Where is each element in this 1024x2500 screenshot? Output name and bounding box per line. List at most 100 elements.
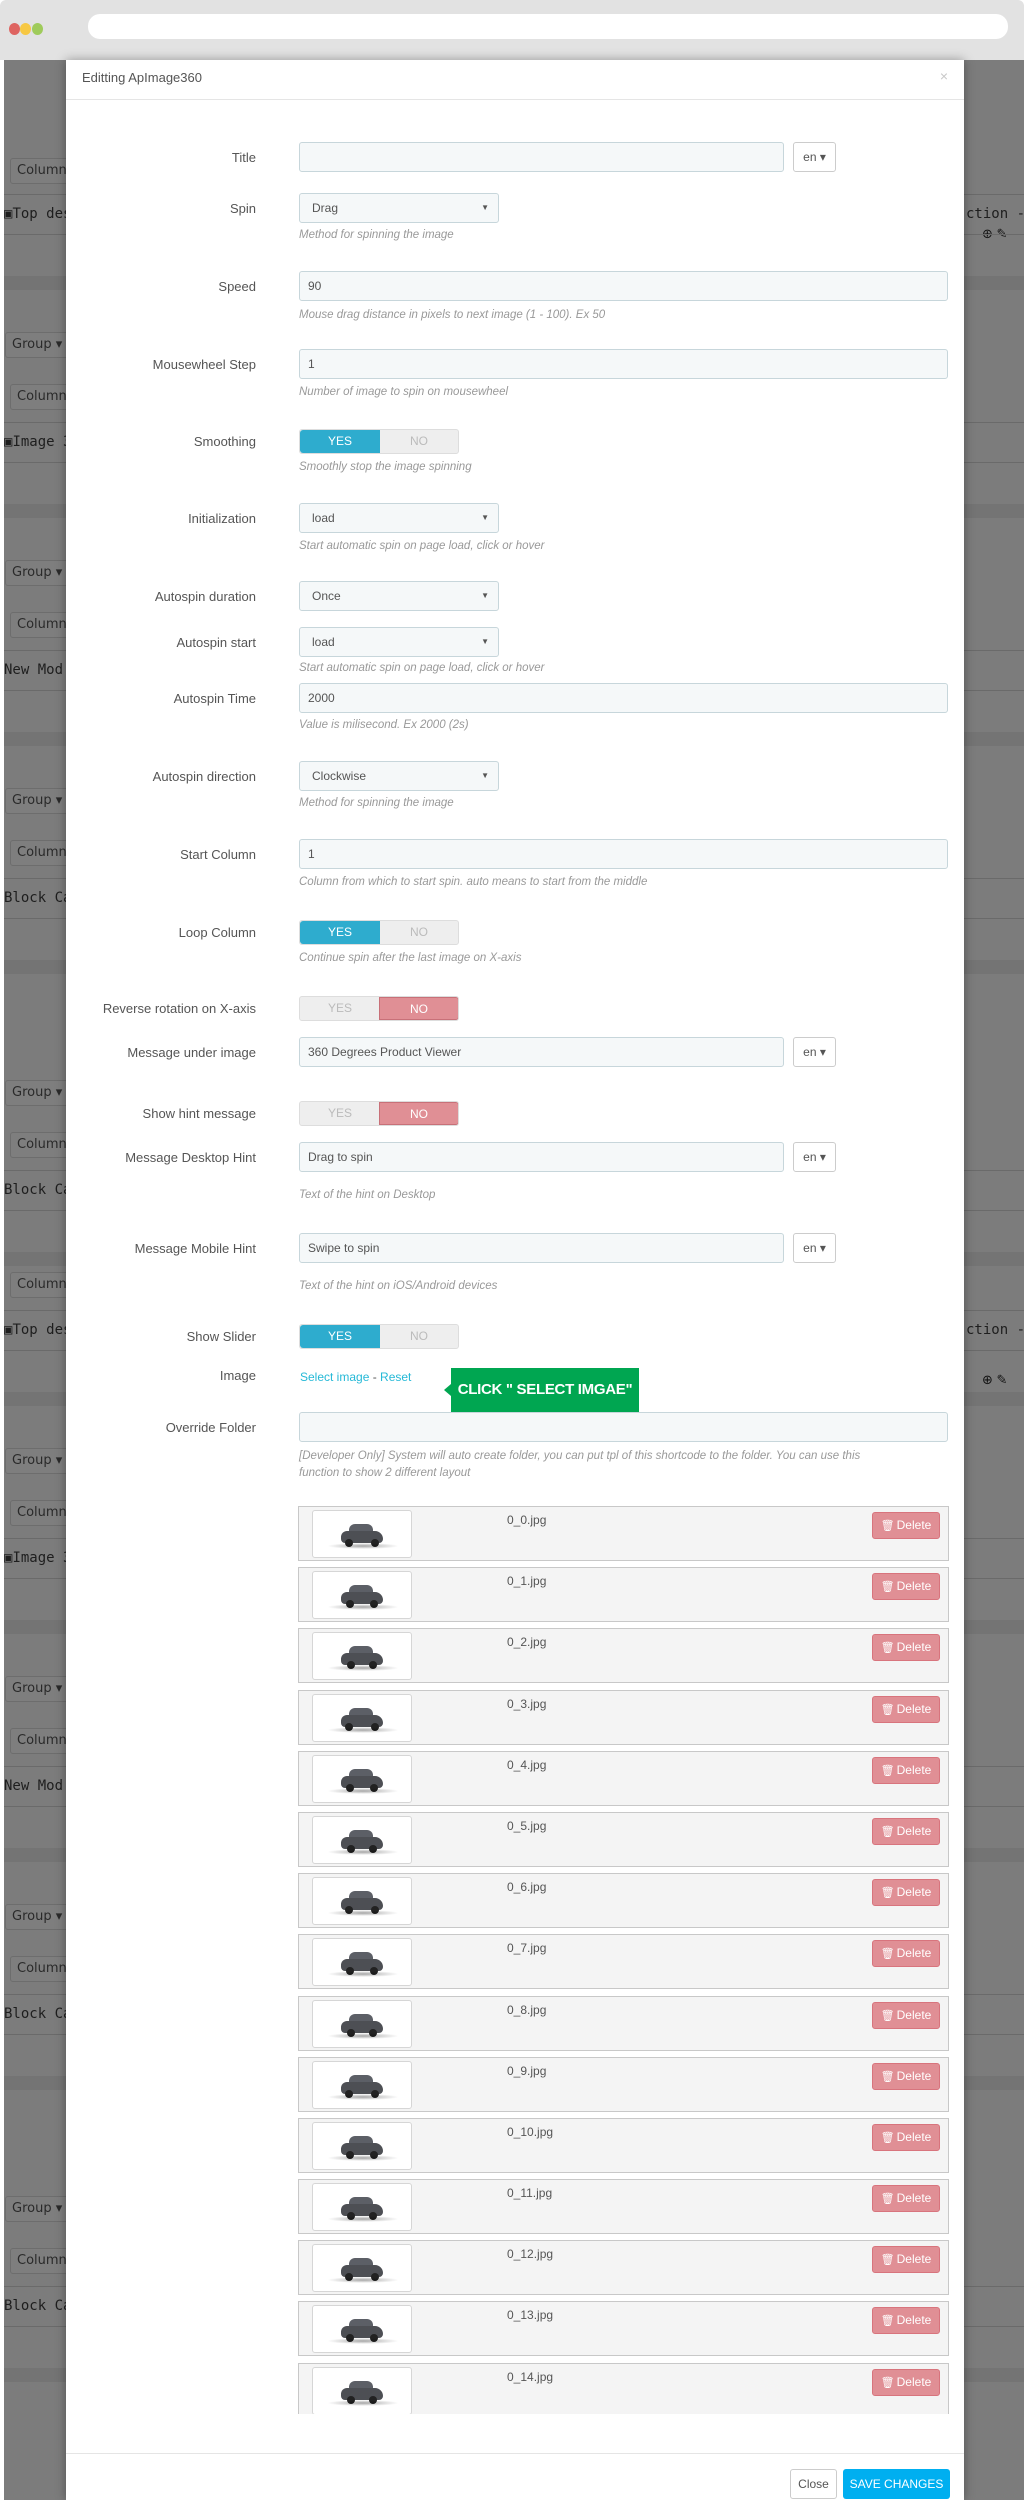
- delete-button[interactable]: 🗑 Delete: [872, 1634, 940, 1662]
- delete-button[interactable]: 🗑 Delete: [872, 1817, 940, 1845]
- toggle-no[interactable]: NO: [379, 997, 458, 1020]
- autospin-duration-select[interactable]: Once ▼: [299, 581, 499, 611]
- language-dropdown[interactable]: en ▾: [793, 1142, 836, 1172]
- override-folder-input[interactable]: [299, 1412, 948, 1442]
- image-list: 0_0.jpg 🗑 Delete 0_1.jpg 🗑 Delete 0_2.jpg 🗑 Dele…: [298, 1506, 949, 2414]
- image-filename: 0_11.jpg: [507, 2186, 553, 2201]
- image-row: 0_12.jpg 🗑 Delete: [298, 2240, 949, 2296]
- delete-label: Delete: [896, 1823, 932, 1838]
- browser-chrome: [0, 0, 1024, 60]
- toggle-yes[interactable]: YES: [300, 1325, 380, 1348]
- field-label: Message Mobile Hint: [134, 1241, 256, 1256]
- title-input[interactable]: [299, 142, 784, 172]
- module-label: Block Ca: [4, 1182, 72, 1198]
- window-minimize-dot[interactable]: [20, 23, 31, 35]
- close-icon[interactable]: ×: [940, 68, 948, 84]
- autospin-direction-select[interactable]: Clockwise ▼: [299, 761, 499, 791]
- module-label: Image 3: [12, 434, 72, 450]
- trash-icon: 🗑: [880, 1764, 895, 1777]
- help-text: [Developer Only] System will auto create…: [299, 1450, 861, 1462]
- spin-select[interactable]: Drag ▼: [299, 193, 499, 223]
- car-shadow: [327, 2277, 399, 2284]
- help-text: Text of the hint on iOS/Android devices: [299, 1280, 498, 1292]
- help-text: Number of image to spin on mousewheel: [299, 386, 509, 398]
- show-hint-toggle[interactable]: YES NO: [299, 1101, 459, 1126]
- delete-button[interactable]: 🗑 Delete: [872, 1512, 940, 1539]
- module-label: Image 3: [12, 1550, 72, 1566]
- autospin-start-select[interactable]: load ▼: [299, 627, 499, 657]
- desktop-hint-input[interactable]: Drag to spin: [299, 1142, 784, 1172]
- image-row: 0_4.jpg 🗑 Delete: [298, 1750, 949, 1806]
- toggle-no[interactable]: NO: [379, 1325, 458, 1348]
- delete-button[interactable]: 🗑 Delete: [872, 2185, 940, 2213]
- reset-link[interactable]: Reset: [380, 1370, 411, 1384]
- window-close-dot[interactable]: [9, 23, 20, 35]
- image-row: 0_7.jpg 🗑 Delete: [298, 1934, 949, 1990]
- toggle-yes[interactable]: YES: [300, 1102, 380, 1125]
- delete-label: Delete: [896, 1946, 932, 1961]
- module-label: Top des: [12, 206, 72, 222]
- start-column-input[interactable]: 1: [299, 839, 948, 869]
- toggle-no[interactable]: NO: [379, 921, 458, 944]
- delete-button[interactable]: 🗑 Delete: [872, 1940, 940, 1968]
- module-label: Block Ca: [4, 2006, 72, 2022]
- language-dropdown[interactable]: en ▾: [793, 1037, 836, 1067]
- image-links: Select image - Reset: [300, 1368, 411, 1386]
- message-under-image-input[interactable]: 360 Degrees Product Viewer: [299, 1037, 784, 1067]
- toggle-yes[interactable]: YES: [300, 921, 380, 944]
- image-filename: 0_10.jpg: [507, 2124, 554, 2139]
- delete-button[interactable]: 🗑 Delete: [872, 2368, 940, 2396]
- mobile-hint-input[interactable]: Swipe to spin: [299, 1233, 784, 1263]
- delete-label: Delete: [896, 1579, 932, 1594]
- show-slider-toggle[interactable]: YES NO: [299, 1324, 459, 1349]
- delete-button[interactable]: 🗑 Delete: [872, 2307, 940, 2335]
- close-button[interactable]: Close: [790, 2469, 837, 2499]
- delete-button[interactable]: 🗑 Delete: [872, 1879, 940, 1907]
- select-image-link[interactable]: Select image: [300, 1370, 369, 1384]
- car-image: [337, 2380, 387, 2404]
- field-label: Reverse rotation on X-axis: [102, 1001, 256, 1016]
- window-maximize-dot[interactable]: [32, 23, 43, 35]
- address-bar[interactable]: [88, 14, 1008, 39]
- field-label: Show hint message: [142, 1106, 256, 1121]
- initialization-select[interactable]: load ▼: [299, 503, 499, 533]
- delete-button[interactable]: 🗑 Delete: [872, 1756, 940, 1784]
- smoothing-toggle[interactable]: YES NO: [299, 429, 459, 454]
- loop-column-toggle[interactable]: YES NO: [299, 920, 459, 945]
- autospin-time-input[interactable]: 2000: [299, 683, 948, 713]
- delete-button[interactable]: 🗑 Delete: [872, 2246, 940, 2274]
- language-dropdown[interactable]: en ▾: [793, 1233, 836, 1263]
- delete-button[interactable]: 🗑 Delete: [872, 1695, 940, 1723]
- reverse-rotation-toggle[interactable]: YES NO: [299, 996, 459, 1021]
- delete-button[interactable]: 🗑 Delete: [872, 2062, 940, 2090]
- mousewheel-step-input[interactable]: 1: [299, 349, 948, 379]
- car-image: [337, 1645, 387, 1670]
- toggle-yes[interactable]: YES: [300, 430, 380, 453]
- help-text: Text of the hint on Desktop: [299, 1189, 436, 1201]
- delete-button[interactable]: 🗑 Delete: [872, 2123, 940, 2151]
- toggle-no[interactable]: NO: [379, 430, 458, 453]
- row-actions: ⊕ ✎: [982, 1372, 1007, 1388]
- module-name-right: ction - Ir: [966, 206, 1024, 222]
- delete-button[interactable]: 🗑 Delete: [872, 2001, 940, 2029]
- image-filename: 0_8.jpg: [507, 2002, 547, 2017]
- car-image: [337, 1890, 387, 1915]
- toggle-no[interactable]: NO: [379, 1102, 458, 1125]
- field-label: Override Folder: [165, 1420, 256, 1435]
- delete-button[interactable]: 🗑 Delete: [872, 1573, 940, 1601]
- image-thumbnail: [312, 2121, 412, 2170]
- car-image: [337, 1768, 387, 1792]
- speed-input[interactable]: 90: [299, 271, 948, 301]
- module-name: ▣Image 3: [4, 1550, 71, 1566]
- car-image: [337, 1707, 387, 1731]
- image-filename: 0_5.jpg: [507, 1818, 547, 1833]
- image-row: 0_11.jpg 🗑 Delete: [298, 2179, 949, 2235]
- save-changes-button[interactable]: SAVE CHANGES: [843, 2469, 950, 2499]
- link-separator: -: [369, 1370, 381, 1384]
- toggle-yes[interactable]: YES: [300, 997, 380, 1020]
- image-row: 0_5.jpg 🗑 Delete: [298, 1811, 949, 1867]
- language-dropdown[interactable]: en ▾: [793, 142, 836, 172]
- delete-label: Delete: [896, 1762, 932, 1777]
- help-text: Continue spin after the last image on X-…: [299, 952, 522, 964]
- edit-modal: Editting ApImage360 × Title en ▾ Spin Dr…: [66, 60, 964, 2500]
